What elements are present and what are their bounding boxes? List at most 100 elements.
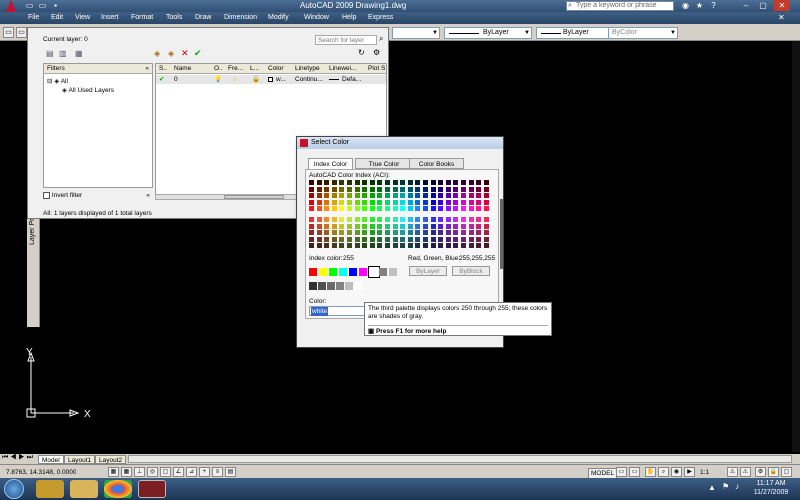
- aci-swatch[interactable]: [324, 217, 330, 222]
- otrack-icon[interactable]: ∠: [173, 467, 184, 477]
- linetype-combo[interactable]: ByLayer ▼: [444, 27, 532, 39]
- aci-swatch[interactable]: [415, 199, 421, 205]
- standard-color-swatch[interactable]: [309, 268, 317, 276]
- new-icon[interactable]: ▭: [24, 1, 35, 11]
- invert-filter-checkbox[interactable]: [43, 191, 50, 199]
- aci-swatch[interactable]: [445, 217, 451, 222]
- quick-view-layouts-icon[interactable]: ▭: [616, 467, 627, 477]
- aci-swatch[interactable]: [354, 186, 360, 192]
- aci-swatch[interactable]: [453, 199, 459, 205]
- aci-swatch[interactable]: [347, 206, 352, 212]
- menu-file[interactable]: File: [28, 12, 39, 24]
- aci-swatch[interactable]: [331, 193, 337, 199]
- polar-icon[interactable]: ◎: [147, 467, 158, 477]
- aci-swatch[interactable]: [430, 186, 436, 192]
- aci-swatch[interactable]: [354, 206, 360, 212]
- aci-swatch[interactable]: [392, 186, 398, 192]
- aci-swatch[interactable]: [453, 186, 459, 192]
- aci-swatch[interactable]: [407, 236, 413, 242]
- plotstyle-combo[interactable]: ByColor ▼: [608, 27, 678, 39]
- aci-swatch[interactable]: [369, 206, 375, 212]
- aci-swatch[interactable]: [468, 217, 474, 222]
- aci-swatch[interactable]: [483, 180, 489, 185]
- gray-color-swatch[interactable]: [345, 282, 353, 290]
- col-linetype[interactable]: Linetype: [295, 64, 320, 74]
- tree-used[interactable]: ◈ All Used Layers: [62, 86, 114, 95]
- aci-swatch[interactable]: [354, 199, 360, 205]
- aci-swatch[interactable]: [354, 217, 360, 222]
- aci-swatch[interactable]: [385, 243, 390, 249]
- set-current-icon[interactable]: ✔: [194, 48, 202, 59]
- aci-swatch[interactable]: [407, 180, 413, 185]
- tree-all[interactable]: ⊟ ◈ All: [47, 77, 68, 86]
- aci-swatch[interactable]: [354, 193, 360, 199]
- aci-swatch[interactable]: [339, 223, 345, 229]
- aci-swatch[interactable]: [339, 193, 345, 199]
- aci-swatch[interactable]: [430, 243, 436, 249]
- zoom-icon[interactable]: ⌕: [658, 467, 669, 477]
- table-row[interactable]: ✔ 0 💡 ☼ 🔓 w... Continu... Defa...: [156, 75, 386, 84]
- aci-swatch[interactable]: [392, 180, 398, 185]
- aci-swatch[interactable]: [385, 186, 390, 192]
- aci-swatch[interactable]: [468, 193, 474, 199]
- aci-swatch[interactable]: [316, 230, 322, 236]
- aci-swatch[interactable]: [423, 186, 428, 192]
- color-swatch[interactable]: [268, 77, 273, 82]
- aci-swatch[interactable]: [461, 223, 466, 229]
- aci-swatch[interactable]: [461, 180, 466, 185]
- flag-icon[interactable]: ⚑: [722, 482, 729, 491]
- aci-swatch[interactable]: [331, 243, 337, 249]
- aci-swatch[interactable]: [362, 186, 368, 192]
- aci-swatch[interactable]: [362, 180, 368, 185]
- aci-swatch[interactable]: [392, 206, 398, 212]
- qp-icon[interactable]: ▤: [225, 467, 236, 477]
- aci-swatch[interactable]: [423, 223, 428, 229]
- aci-swatch[interactable]: [309, 186, 314, 192]
- tab-model[interactable]: Model: [38, 455, 64, 464]
- aci-swatch[interactable]: [407, 206, 413, 212]
- aci-swatch[interactable]: [438, 217, 444, 222]
- aci-swatch[interactable]: [377, 193, 383, 199]
- aci-swatch[interactable]: [362, 230, 368, 236]
- tab-layout1[interactable]: Layout1: [64, 455, 96, 464]
- aci-swatch[interactable]: [438, 206, 444, 212]
- aci-swatch[interactable]: [331, 186, 337, 192]
- aci-swatch[interactable]: [468, 230, 474, 236]
- aci-swatch[interactable]: [331, 223, 337, 229]
- menu-modify[interactable]: Modify: [268, 12, 289, 24]
- aci-swatch[interactable]: [483, 186, 489, 192]
- aci-swatch[interactable]: [461, 243, 466, 249]
- aci-swatch[interactable]: [347, 193, 352, 199]
- new-layer-vp-frozen-icon[interactable]: ◈: [168, 49, 174, 58]
- chrome-icon[interactable]: [104, 480, 132, 498]
- aci-swatch[interactable]: [468, 186, 474, 192]
- aci-swatch[interactable]: [453, 180, 459, 185]
- dyn-icon[interactable]: +: [199, 467, 210, 477]
- clean-screen-icon[interactable]: ▢: [781, 467, 792, 477]
- favorites-star-icon[interactable]: ★: [694, 1, 705, 11]
- menu-tools[interactable]: Tools: [166, 12, 182, 24]
- aci-swatch[interactable]: [385, 193, 390, 199]
- aci-swatch[interactable]: [309, 230, 314, 236]
- aci-swatch[interactable]: [423, 236, 428, 242]
- aci-swatch[interactable]: [392, 193, 398, 199]
- aci-swatch[interactable]: [347, 180, 352, 185]
- tab-color-books[interactable]: Color Books: [409, 158, 464, 169]
- aci-swatch[interactable]: [316, 217, 322, 222]
- aci-swatch[interactable]: [461, 193, 466, 199]
- aci-swatch[interactable]: [354, 180, 360, 185]
- aci-swatch[interactable]: [354, 223, 360, 229]
- standard-colors[interactable]: [309, 266, 404, 278]
- aci-swatch[interactable]: [476, 186, 482, 192]
- aci-swatch[interactable]: [339, 206, 345, 212]
- aci-swatch[interactable]: [400, 243, 406, 249]
- aci-swatch[interactable]: [438, 236, 444, 242]
- standard-color-swatch[interactable]: [339, 268, 347, 276]
- aci-swatch[interactable]: [483, 193, 489, 199]
- start-button[interactable]: [4, 479, 24, 499]
- close-button[interactable]: ✕: [774, 0, 790, 11]
- aci-swatch[interactable]: [369, 217, 375, 222]
- layer-states-icon[interactable]: ▦: [75, 49, 83, 58]
- aci-swatch[interactable]: [453, 243, 459, 249]
- tray-arrow-icon[interactable]: ▲: [708, 483, 716, 492]
